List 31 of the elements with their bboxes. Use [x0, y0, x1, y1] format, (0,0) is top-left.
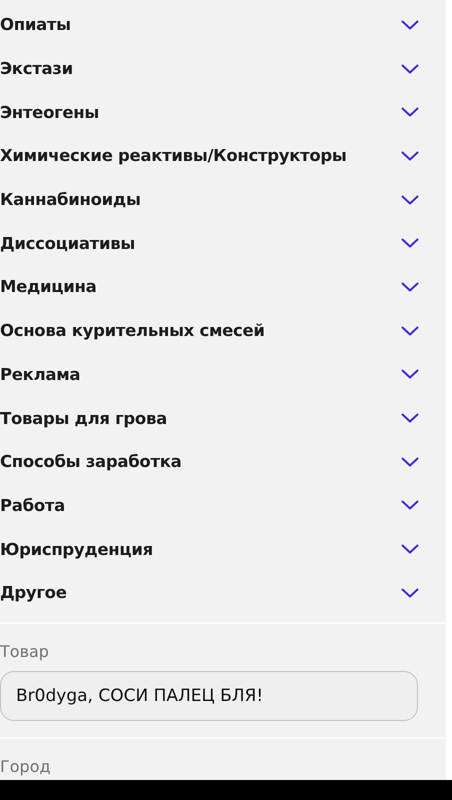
category-item[interactable]: Товары для грова	[0, 396, 446, 440]
category-item[interactable]: Способы заработка	[0, 440, 446, 484]
category-item[interactable]: Реклама	[0, 352, 446, 396]
category-item[interactable]: Основа курительных смесей	[0, 308, 446, 352]
chevron-icon	[401, 107, 419, 118]
chevron-icon	[401, 500, 419, 510]
chevron-icon	[401, 456, 419, 467]
chevron-icon	[401, 588, 419, 598]
field-label: Товар	[0, 642, 49, 661]
chevron-icon	[401, 64, 419, 74]
category-item[interactable]: Юриспруденция	[0, 527, 446, 571]
category-item[interactable]: Опиаты	[0, 3, 446, 47]
chevron-icon	[401, 326, 419, 336]
chevron-icon	[401, 544, 419, 554]
category-item[interactable]: Экстази	[0, 46, 446, 90]
category-item[interactable]: Энтеогены	[0, 90, 446, 134]
product-field[interactable]: Br0dyga, СОСИ ПАЛЕЦ БЛЯ!	[0, 670, 418, 721]
category-item[interactable]: Каннабиноиды	[0, 178, 446, 222]
chevron-icon	[401, 413, 419, 424]
field-label: Город	[0, 756, 51, 776]
chevron-icon	[401, 282, 419, 292]
category-item[interactable]: Медицина	[0, 265, 446, 309]
chevron-icon	[401, 20, 419, 30]
chevron-icon	[401, 238, 419, 248]
chevron-icon	[401, 194, 419, 205]
chevron-icon	[401, 369, 419, 380]
category-item[interactable]: Химические реактивы/Конструкторы	[0, 134, 446, 178]
category-item[interactable]: Диссоциативы	[0, 221, 446, 266]
category-item[interactable]: Работа	[0, 484, 446, 528]
category-item[interactable]: Другое	[0, 570, 446, 615]
chevron-icon	[401, 150, 419, 161]
